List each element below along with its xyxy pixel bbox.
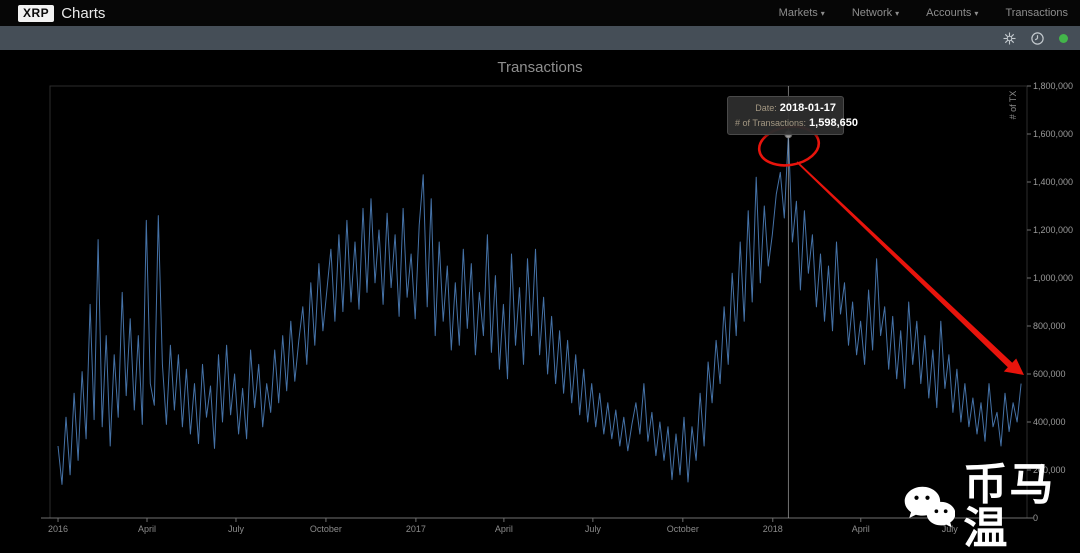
theme-toggle-icon[interactable] <box>1003 32 1016 45</box>
x-tick-label: October <box>310 524 342 534</box>
tooltip-tx-row: # of Transactions:1,598,650 <box>735 115 836 130</box>
watermark: 币马温 <box>903 463 1080 551</box>
x-tick-label: April <box>852 524 870 534</box>
y-tick-label: 800,000 <box>1033 321 1066 331</box>
watermark-text: 币马温 <box>963 463 1080 551</box>
x-tick-label: July <box>228 524 244 534</box>
y-axis-title: # of TX <box>1008 91 1018 120</box>
y-tick-label: 1,200,000 <box>1033 225 1073 235</box>
y-tick-label: 1,800,000 <box>1033 81 1073 91</box>
tooltip-date-label: Date: <box>755 103 777 113</box>
xrp-logo-icon: XRP <box>18 5 54 22</box>
x-tick-label: 2016 <box>48 524 68 534</box>
chart-tooltip: Date:2018-01-17 # of Transactions:1,598,… <box>727 96 844 135</box>
y-tick-label: 1,600,000 <box>1033 129 1073 139</box>
y-tick-label: 400,000 <box>1033 417 1066 427</box>
plot-border <box>50 86 1027 518</box>
nav-item-accounts[interactable]: Accounts▾ <box>926 7 978 19</box>
tooltip-date-row: Date:2018-01-17 <box>735 100 836 115</box>
clock-icon[interactable] <box>1031 32 1044 45</box>
x-tick-label: April <box>138 524 156 534</box>
logo-suffix-label: Charts <box>61 5 105 22</box>
tooltip-date-value: 2018-01-17 <box>780 102 836 114</box>
nav-item-transactions[interactable]: Transactions <box>1005 7 1068 19</box>
chevron-down-icon: ▾ <box>895 9 899 18</box>
x-tick-label: October <box>667 524 699 534</box>
tooltip-tx-value: 1,598,650 <box>809 117 858 129</box>
y-tick-label: 600,000 <box>1033 369 1066 379</box>
chevron-down-icon: ▾ <box>974 9 978 18</box>
transactions-chart-panel: Transactions # of TX 2016AprilJulyOctobe… <box>0 50 1080 545</box>
connection-status-dot <box>1059 34 1068 43</box>
y-tick-label: 1,400,000 <box>1033 177 1073 187</box>
chevron-down-icon: ▾ <box>821 9 825 18</box>
y-tick-label: 1,000,000 <box>1033 273 1073 283</box>
red-arrow-annotation <box>796 161 1024 375</box>
x-tick-label: 2018 <box>763 524 783 534</box>
wechat-icon <box>903 481 955 533</box>
nav-item-network[interactable]: Network▾ <box>852 7 899 19</box>
sub-toolbar <box>0 26 1080 50</box>
top-navigation-bar: XRP Charts Markets▾ Network▾ Accounts▾ T… <box>0 0 1080 26</box>
axis-ticks <box>58 86 1031 522</box>
main-nav: Markets▾ Network▾ Accounts▾ Transactions <box>779 7 1068 19</box>
tooltip-tx-label: # of Transactions: <box>735 118 806 128</box>
x-tick-label: 2017 <box>406 524 426 534</box>
x-tick-label: April <box>495 524 513 534</box>
xrp-charts-logo[interactable]: XRP Charts <box>18 5 105 22</box>
transactions-line <box>58 134 1021 484</box>
nav-item-markets[interactable]: Markets▾ <box>779 7 825 19</box>
x-tick-label: July <box>585 524 601 534</box>
